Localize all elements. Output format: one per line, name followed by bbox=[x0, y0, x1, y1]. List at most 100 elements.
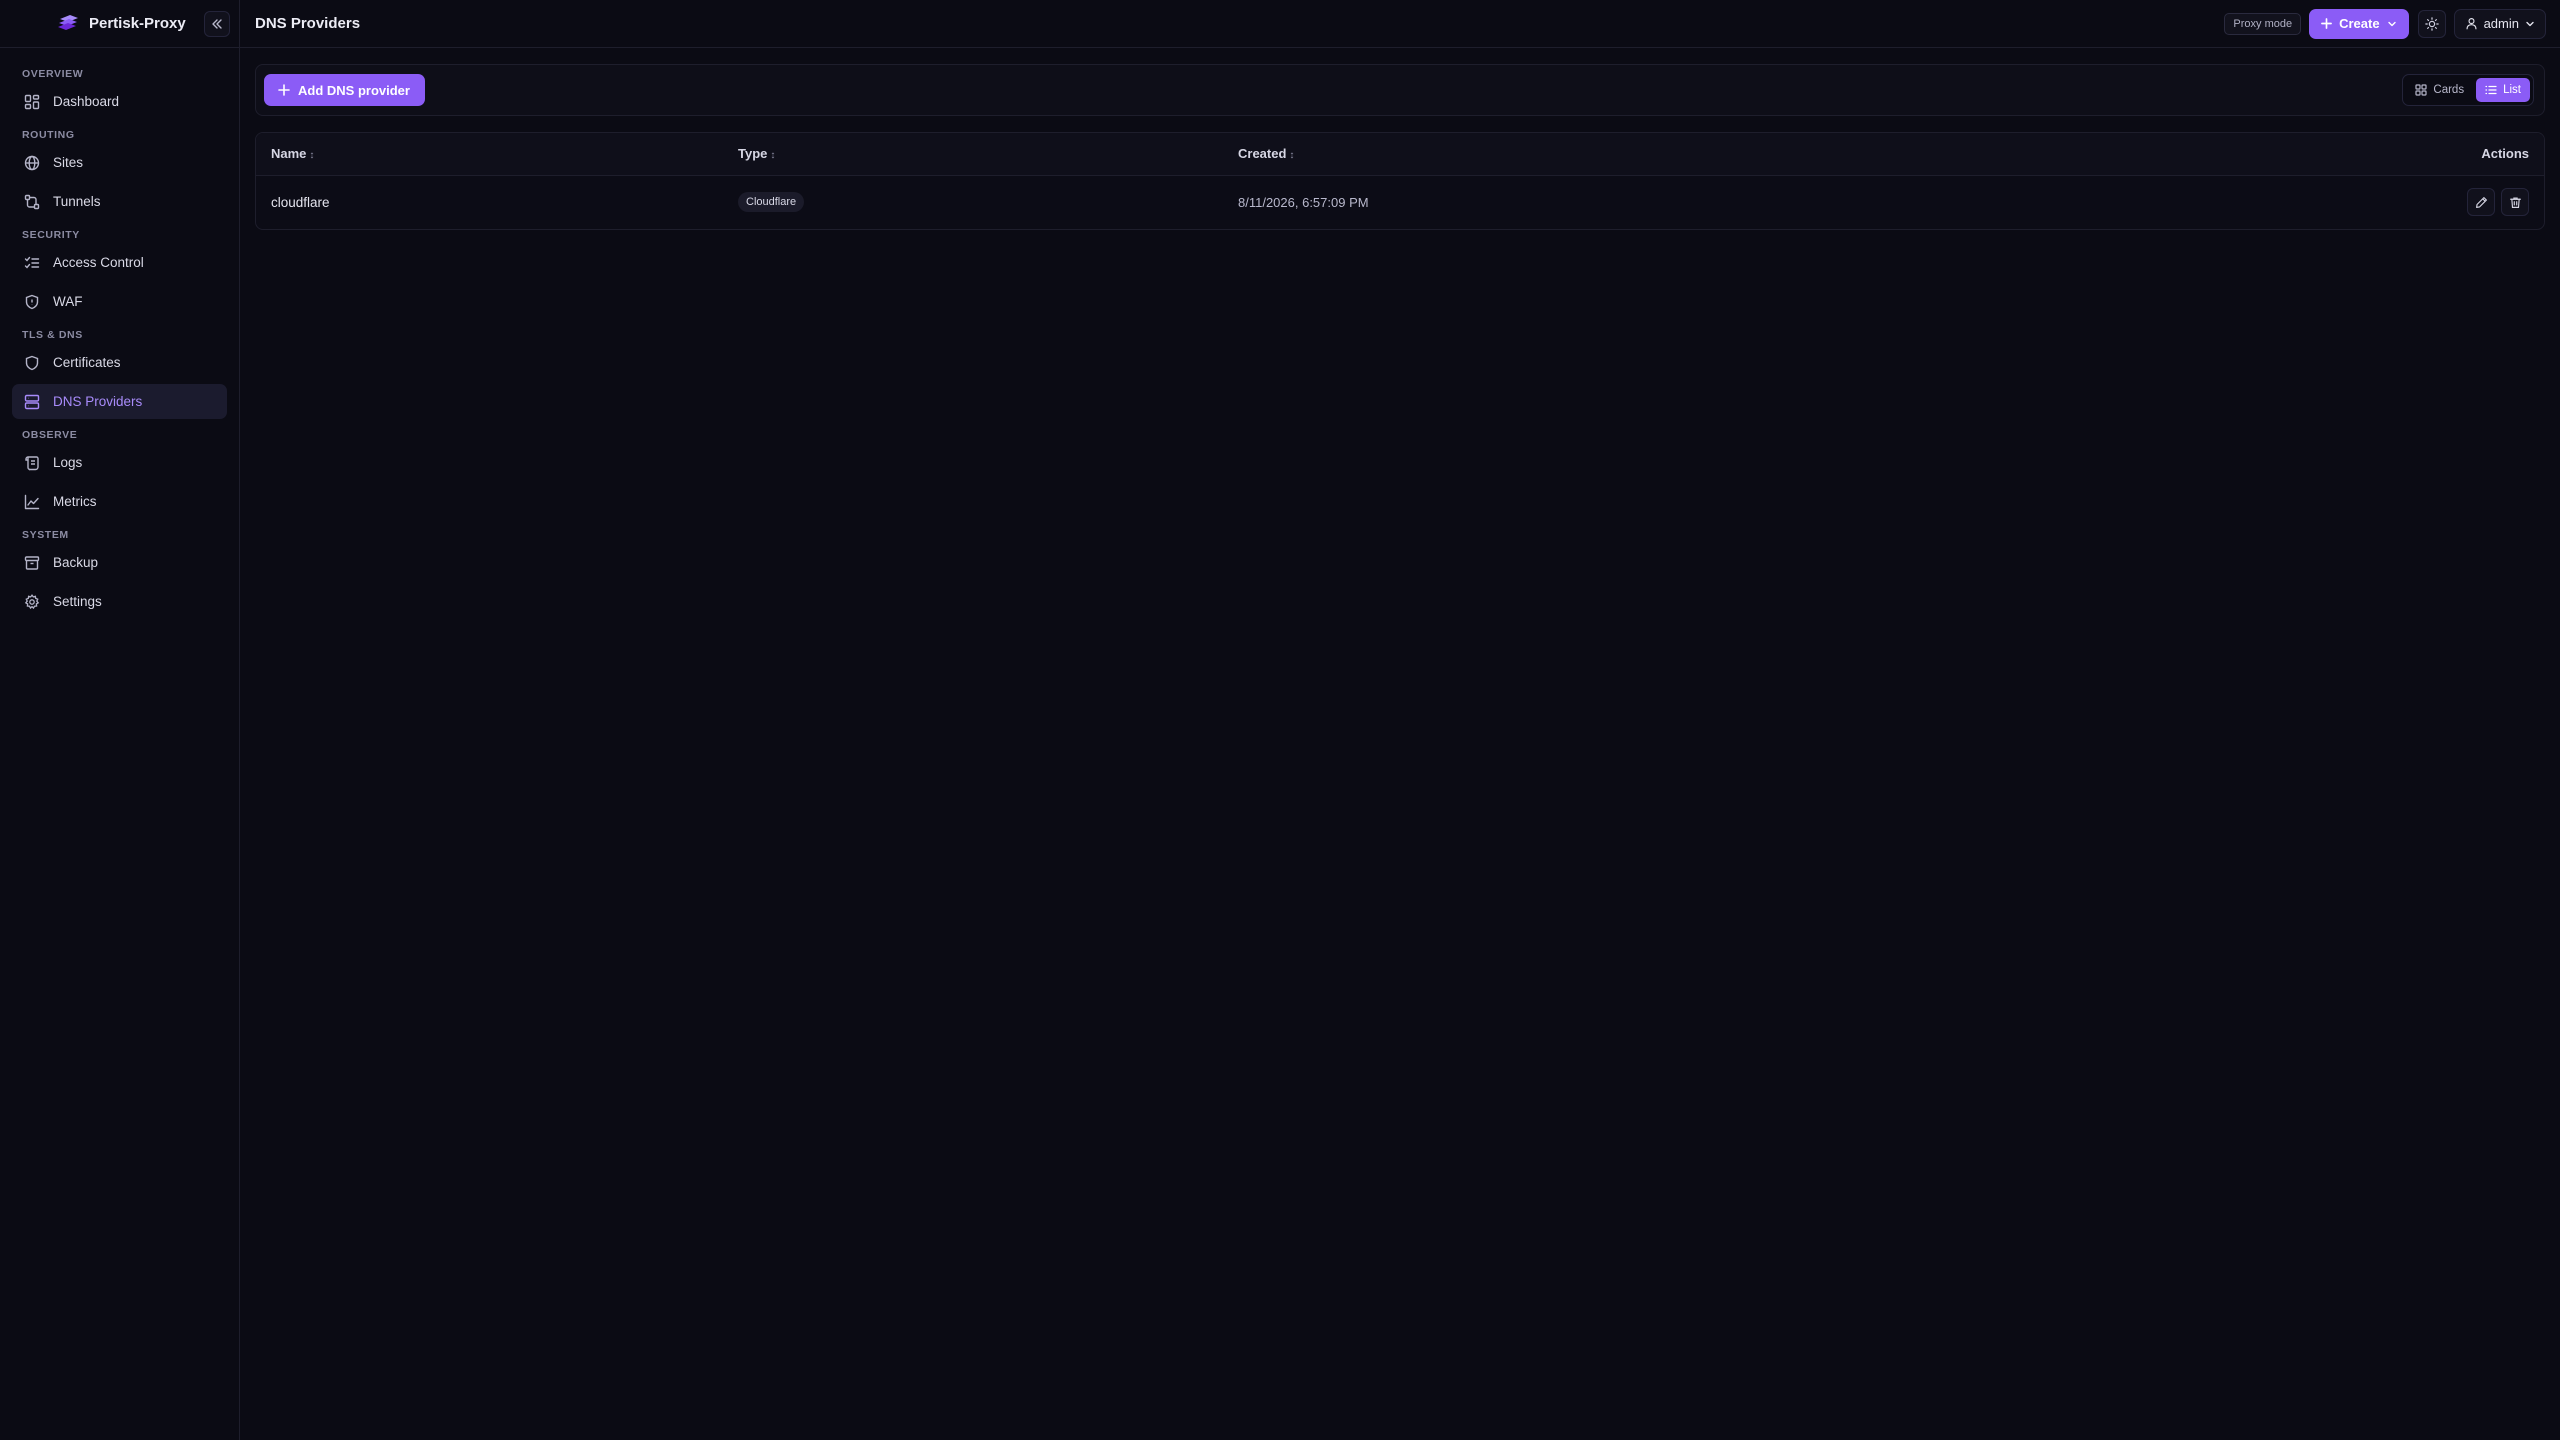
nav-section-observe: OBSERVE Logs Metrics bbox=[12, 425, 227, 519]
row-actions bbox=[2078, 188, 2529, 217]
list-icon bbox=[2485, 85, 2497, 95]
column-label: Name bbox=[271, 146, 307, 162]
trash-icon bbox=[2509, 197, 2521, 208]
table-body: cloudflare Cloudflare 8/11/2026, 6:57:09… bbox=[256, 175, 2544, 229]
nav-section-title: SECURITY bbox=[22, 229, 80, 241]
sidebar-item-label: Dashboard bbox=[53, 94, 120, 109]
user-menu-button[interactable]: admin bbox=[2453, 8, 2546, 39]
brand-row: Pertisk-Proxy bbox=[0, 0, 239, 48]
scroll-icon bbox=[23, 454, 41, 472]
sort-icon[interactable]: ↕ bbox=[1289, 150, 1294, 161]
add-dns-provider-button[interactable]: Add DNS provider bbox=[264, 74, 425, 106]
type-badge: Cloudflare bbox=[738, 192, 805, 213]
nav-section-title: ROUTING bbox=[22, 129, 75, 141]
sidebar-item-label: Tunnels bbox=[53, 194, 101, 209]
edit-button[interactable] bbox=[2467, 188, 2495, 217]
user-name: admin bbox=[2483, 16, 2519, 31]
nav-section-title: OVERVIEW bbox=[22, 68, 84, 80]
sidebar-nav: OVERVIEW Dashboard ROUTING Sites Tunnels… bbox=[0, 48, 239, 625]
sidebar-item-backup[interactable]: Backup bbox=[12, 545, 227, 580]
chevron-down-icon bbox=[2387, 21, 2396, 26]
plus-icon bbox=[278, 84, 290, 96]
sort-icon[interactable]: ↕ bbox=[770, 150, 775, 161]
sidebar-item-settings[interactable]: Settings bbox=[12, 584, 227, 619]
add-button-label: Add DNS provider bbox=[298, 82, 410, 98]
topbar: DNS Providers Proxy mode Create admin bbox=[240, 0, 2560, 48]
table-row[interactable]: cloudflare Cloudflare 8/11/2026, 6:57:09… bbox=[256, 175, 2544, 229]
shield-icon bbox=[23, 293, 41, 311]
logo-icon bbox=[56, 12, 80, 36]
sidebar-item-dns-providers[interactable]: DNS Providers bbox=[12, 384, 227, 419]
nav-section-title: SYSTEM bbox=[22, 529, 69, 541]
view-cards-label: Cards bbox=[2433, 84, 2465, 96]
cell-type: Cloudflare bbox=[723, 175, 1223, 229]
table-header: Name ↕ Type ↕ Created ↕ Actions bbox=[256, 133, 2544, 175]
table: Name ↕ Type ↕ Created ↕ Actions cloudfla… bbox=[256, 133, 2544, 229]
sidebar-item-label: Certificates bbox=[53, 355, 121, 370]
view-toggle: Cards List bbox=[2402, 74, 2534, 106]
user-icon bbox=[2466, 18, 2477, 30]
create-button-label: Create bbox=[2339, 16, 2380, 31]
theme-toggle-button[interactable] bbox=[2417, 9, 2446, 38]
sidebar-item-certificates[interactable]: Certificates bbox=[12, 345, 227, 380]
nav-section-overview: OVERVIEW Dashboard bbox=[12, 64, 227, 119]
column-label: Created bbox=[1238, 146, 1287, 162]
sidebar-item-waf[interactable]: WAF bbox=[12, 284, 227, 319]
content: Add DNS provider Cards List Name ↕ Type … bbox=[240, 48, 2560, 230]
sidebar-item-label: Logs bbox=[53, 455, 83, 470]
sidebar-item-label: Backup bbox=[53, 555, 99, 570]
sidebar-item-label: DNS Providers bbox=[53, 394, 143, 409]
view-list-label: List bbox=[2503, 84, 2521, 96]
plus-icon bbox=[2321, 18, 2333, 29]
nav-section-routing: ROUTING Sites Tunnels bbox=[12, 125, 227, 219]
column-header-type[interactable]: Type ↕ bbox=[723, 133, 1223, 175]
server-icon bbox=[23, 393, 41, 411]
sidebar: Pertisk-Proxy OVERVIEW Dashboard ROUTING bbox=[0, 0, 240, 1440]
column-header-name[interactable]: Name ↕ bbox=[256, 133, 723, 175]
sidebar-item-label: Access Control bbox=[53, 255, 144, 270]
list-toolbar: Add DNS provider Cards List bbox=[255, 64, 2545, 116]
sort-icon[interactable]: ↕ bbox=[309, 150, 314, 161]
shield-icon bbox=[23, 354, 41, 372]
gear-icon bbox=[23, 593, 41, 611]
sidebar-item-dashboard[interactable]: Dashboard bbox=[12, 84, 227, 119]
app-root: Pertisk-Proxy OVERVIEW Dashboard ROUTING bbox=[0, 0, 2560, 1440]
view-cards-button[interactable]: Cards bbox=[2406, 78, 2473, 102]
collapse-sidebar-button[interactable] bbox=[204, 11, 230, 37]
cell-created: 8/11/2026, 6:57:09 PM bbox=[1238, 194, 1369, 210]
app-name: Pertisk-Proxy bbox=[89, 15, 186, 32]
sidebar-item-tunnels[interactable]: Tunnels bbox=[12, 184, 227, 219]
nav-section-security: SECURITY Access Control WAF bbox=[12, 225, 227, 319]
sidebar-item-label: Sites bbox=[53, 155, 84, 170]
delete-button[interactable] bbox=[2501, 188, 2529, 217]
sidebar-item-metrics[interactable]: Metrics bbox=[12, 484, 227, 519]
sidebar-item-label: WAF bbox=[53, 294, 83, 309]
proxy-mode-badge: Proxy mode bbox=[2224, 12, 2302, 35]
list-checks-icon bbox=[23, 254, 41, 272]
dashboard-icon bbox=[23, 93, 41, 111]
grid-icon bbox=[2415, 84, 2428, 96]
column-header-actions: Actions bbox=[2481, 146, 2529, 162]
line-chart-icon bbox=[23, 493, 41, 511]
chevrons-left-icon bbox=[212, 19, 222, 29]
globe-icon bbox=[23, 154, 41, 172]
main-area: DNS Providers Proxy mode Create admin Ad… bbox=[240, 0, 2560, 1440]
cell-actions bbox=[2063, 175, 2544, 229]
sidebar-item-label: Metrics bbox=[53, 494, 97, 509]
sidebar-item-logs[interactable]: Logs bbox=[12, 445, 227, 480]
pencil-icon bbox=[2475, 196, 2487, 208]
sidebar-item-sites[interactable]: Sites bbox=[12, 145, 227, 180]
table-header-row: Name ↕ Type ↕ Created ↕ Actions bbox=[256, 133, 2544, 175]
sidebar-item-label: Settings bbox=[53, 594, 102, 609]
sidebar-item-access-control[interactable]: Access Control bbox=[12, 245, 227, 280]
create-button[interactable]: Create bbox=[2309, 8, 2409, 39]
view-list-button[interactable]: List bbox=[2476, 78, 2530, 102]
nav-section-system: SYSTEM Backup Settings bbox=[12, 525, 227, 619]
page-title: DNS Providers bbox=[255, 15, 361, 32]
tunnel-icon bbox=[23, 193, 41, 211]
archive-icon bbox=[23, 554, 41, 572]
nav-section-tls-dns: TLS & DNS Certificates DNS Providers bbox=[12, 325, 227, 419]
column-label: Type bbox=[738, 146, 768, 162]
nav-section-title: TLS & DNS bbox=[22, 329, 83, 341]
column-header-created[interactable]: Created ↕ bbox=[1223, 133, 2063, 175]
